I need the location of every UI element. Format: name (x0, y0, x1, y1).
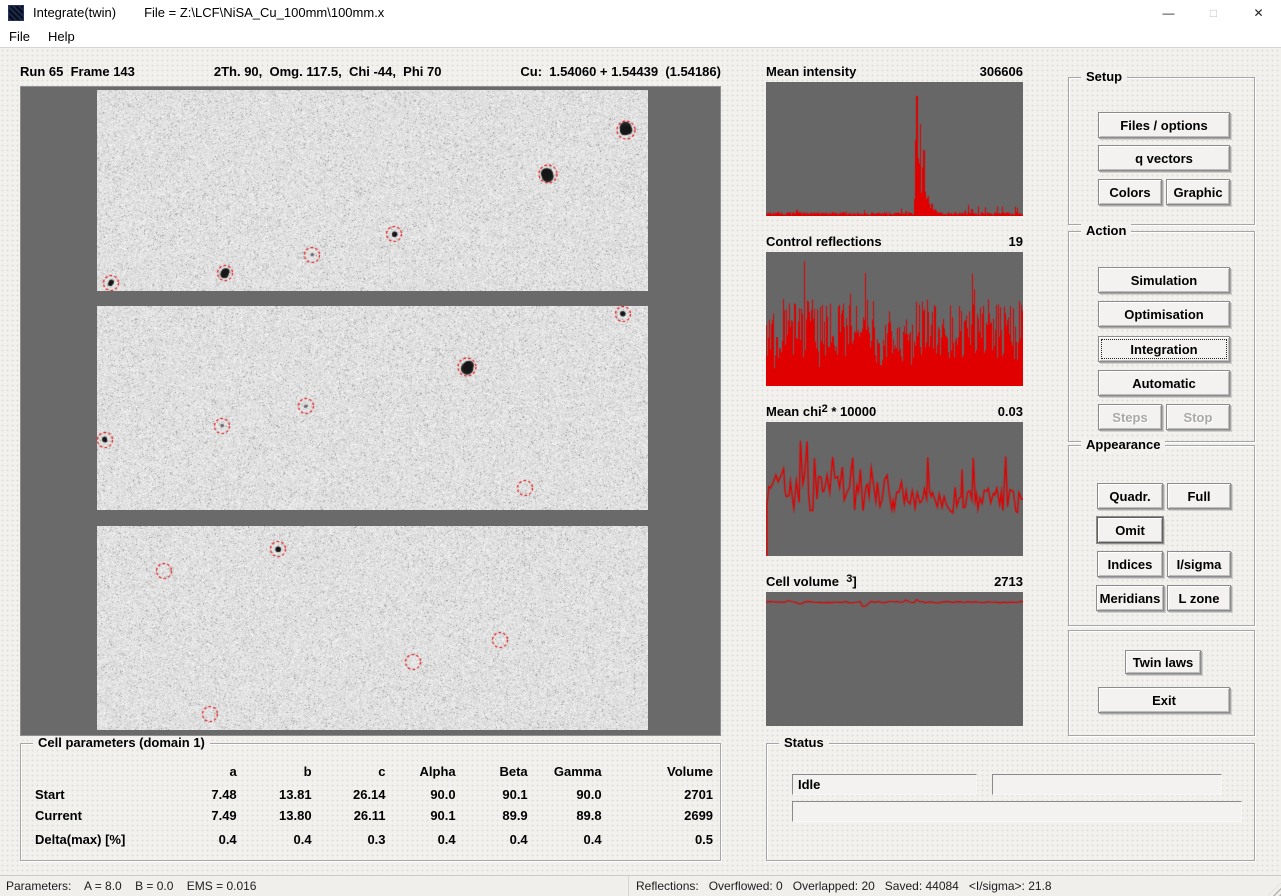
detector-frame (20, 86, 721, 736)
window-file-path: File = Z:\LCF\NiSA_Cu_100mm\100mm.x (144, 5, 384, 20)
appearance-group: Appearance Quadr. Full Omit Indices I/si… (1068, 445, 1255, 626)
table-row: Delta(max) [%] 0.4 0.4 0.3 0.4 0.4 0.4 0… (35, 832, 713, 847)
l-zone-button[interactable]: L zone (1167, 585, 1231, 611)
detector-panel-3 (97, 526, 648, 730)
exit-button[interactable]: Exit (1098, 687, 1230, 713)
status-group: Status Idle (766, 743, 1255, 861)
simulation-button[interactable]: Simulation (1098, 267, 1230, 293)
detector-panel-1 (97, 90, 648, 291)
menu-bar: File Help (0, 25, 1281, 47)
setup-group-title: Setup (1081, 70, 1127, 84)
chart-value: 19 (1009, 234, 1023, 249)
cell-parameters-header-row: a b c Alpha Beta Gamma Volume (35, 764, 713, 779)
exit-group: Twin laws Exit (1068, 630, 1255, 736)
quadr-button[interactable]: Quadr. (1097, 483, 1163, 509)
meridians-button[interactable]: Meridians (1096, 585, 1164, 611)
window-controls: — □ ✕ (1146, 0, 1281, 25)
title-bar[interactable]: Integrate(twin) File = Z:\LCF\NiSA_Cu_10… (0, 0, 1281, 25)
chart-mean-intensity: Mean intensity 306606 (766, 62, 1023, 216)
mean-intensity-plot (766, 82, 1023, 216)
chart-value: 306606 (980, 64, 1023, 79)
chart-title: Mean intensity (766, 63, 856, 79)
app-window: Integrate(twin) File = Z:\LCF\NiSA_Cu_10… (0, 0, 1281, 896)
status-bar: Parameters: A = 8.0 B = 0.0 EMS = 0.016 … (0, 875, 1281, 896)
statusbar-reflections: Reflections: Overflowed: 0 Overlapped: 2… (629, 879, 1281, 893)
cell-parameters-group: Cell parameters (domain 1) a b c Alpha B… (20, 743, 721, 861)
chart-cell-volume: Cell volume 3] 2713 (766, 572, 1023, 726)
status-progress-field (792, 801, 1242, 822)
frame-header: Run 65 Frame 143 2Th. 90, Omg. 117.5, Ch… (20, 64, 721, 79)
chart-value: 0.03 (998, 404, 1023, 419)
omit-button[interactable]: Omit (1097, 517, 1163, 543)
appearance-group-title: Appearance (1081, 438, 1165, 452)
app-icon (8, 5, 24, 21)
control-reflections-plot (766, 252, 1023, 386)
optimisation-button[interactable]: Optimisation (1098, 301, 1230, 327)
minimize-icon[interactable]: — (1146, 0, 1191, 25)
full-button[interactable]: Full (1167, 483, 1231, 509)
chart-title: Mean chi2 * 10000 (766, 403, 876, 419)
run-frame-label: Run 65 Frame 143 (20, 64, 135, 79)
goniometer-angles-label: 2Th. 90, Omg. 117.5, Chi -44, Phi 70 (214, 64, 442, 79)
status-info-field (992, 774, 1222, 795)
action-group-title: Action (1081, 224, 1131, 238)
chart-value: 2713 (994, 574, 1023, 589)
detector-panel-2 (97, 306, 648, 510)
chart-title: Cell volume 3] (766, 573, 857, 589)
status-group-title: Status (779, 736, 829, 750)
action-group: Action Simulation Optimisation Integrati… (1068, 231, 1255, 442)
files-options-button[interactable]: Files / options (1098, 112, 1230, 138)
graphic-button[interactable]: Graphic (1166, 179, 1230, 205)
status-state-field: Idle (792, 774, 977, 795)
setup-group: Setup Files / options q vectors Colors G… (1068, 77, 1255, 225)
window-title: Integrate(twin) (33, 5, 116, 20)
wavelength-label: Cu: 1.54060 + 1.54439 (1.54186) (520, 64, 721, 79)
cell-volume-plot (766, 592, 1023, 726)
indices-button[interactable]: Indices (1097, 551, 1163, 577)
i-sigma-button[interactable]: I/sigma (1167, 551, 1231, 577)
twin-laws-button[interactable]: Twin laws (1125, 650, 1201, 674)
table-row: Start 7.48 13.81 26.14 90.0 90.1 90.0 27… (35, 787, 713, 802)
chart-mean-chi2: Mean chi2 * 10000 0.03 (766, 402, 1023, 556)
q-vectors-button[interactable]: q vectors (1098, 145, 1230, 171)
client-area: Run 65 Frame 143 2Th. 90, Omg. 117.5, Ch… (0, 47, 1281, 875)
chart-control-reflections: Control reflections 19 (766, 232, 1023, 386)
chart-title: Control reflections (766, 233, 882, 249)
menu-help[interactable]: Help (39, 27, 84, 46)
integration-button[interactable]: Integration (1098, 336, 1230, 362)
colors-button[interactable]: Colors (1098, 179, 1162, 205)
menu-file[interactable]: File (0, 27, 39, 46)
statusbar-parameters: Parameters: A = 8.0 B = 0.0 EMS = 0.016 (0, 879, 628, 893)
mean-chi2-plot (766, 422, 1023, 556)
stop-button[interactable]: Stop (1166, 404, 1230, 430)
table-row: Current 7.49 13.80 26.11 90.1 89.9 89.8 … (35, 808, 713, 823)
cell-parameters-title: Cell parameters (domain 1) (33, 736, 210, 750)
maximize-icon[interactable]: □ (1191, 0, 1236, 25)
automatic-button[interactable]: Automatic (1098, 370, 1230, 396)
steps-button[interactable]: Steps (1098, 404, 1162, 430)
close-icon[interactable]: ✕ (1236, 0, 1281, 25)
